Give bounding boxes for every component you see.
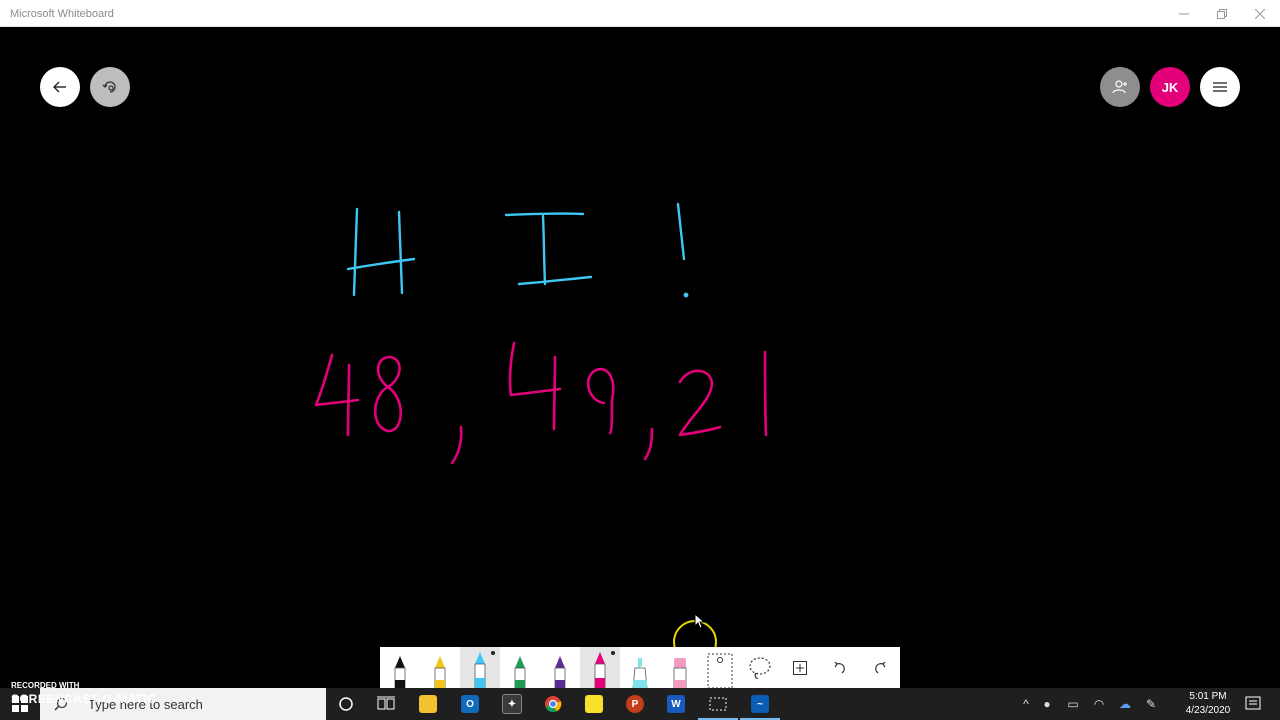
pen-icon	[434, 656, 446, 688]
watermark-line1: RECORDED WITH	[11, 681, 80, 690]
chrome-button[interactable]	[541, 692, 565, 716]
ruler-icon	[707, 653, 733, 688]
clock[interactable]: 5:01 PM 4/23/2020	[1178, 690, 1238, 718]
notification-icon	[1245, 696, 1261, 710]
yellow-pen-tool[interactable]	[420, 647, 460, 688]
file-explorer-button[interactable]	[416, 692, 440, 716]
restore-icon	[1217, 8, 1227, 19]
eraser-icon	[673, 658, 687, 688]
task-view-button[interactable]	[374, 692, 398, 716]
clock-date: 4/23/2020	[1185, 705, 1231, 716]
cortana-icon	[339, 697, 353, 711]
word-button[interactable]: W	[664, 692, 688, 716]
close-button[interactable]	[1241, 0, 1279, 27]
highlighter-icon	[632, 658, 648, 688]
pen-icon	[394, 656, 406, 688]
snip-icon	[709, 697, 727, 711]
mouse-pointer-icon	[694, 613, 706, 629]
undo-button[interactable]	[820, 647, 860, 688]
chevron-up-icon[interactable]: ^	[1018, 697, 1034, 711]
cortana-button[interactable]	[334, 692, 358, 716]
redo-button[interactable]	[860, 647, 900, 688]
ruler-tool[interactable]	[700, 647, 740, 688]
wifi-icon[interactable]: ◠	[1086, 697, 1112, 711]
add-icon	[793, 660, 807, 675]
whiteboard-canvas[interactable]: JK	[0, 27, 1280, 664]
pen-icon	[594, 652, 606, 688]
whiteboard-button[interactable]: ~	[748, 692, 772, 716]
selected-dot	[491, 651, 495, 655]
sticky-notes-button[interactable]	[582, 692, 606, 716]
minimize-button[interactable]	[1165, 0, 1203, 27]
powerpoint-button[interactable]: P	[623, 692, 647, 716]
outlook-button[interactable]: O	[458, 692, 482, 716]
ink-hi	[346, 202, 689, 298]
pen-icon	[514, 656, 526, 688]
black-pen-tool[interactable]	[380, 647, 420, 688]
sticky-notes-icon	[585, 695, 603, 713]
pen-workspace-icon[interactable]: ✎	[1138, 697, 1164, 711]
pen-icon	[474, 652, 486, 688]
blue-pen-tool[interactable]	[460, 647, 500, 688]
green-pen-tool[interactable]	[500, 647, 540, 688]
eraser-tool[interactable]	[660, 647, 700, 688]
app-button[interactable]: ✦	[500, 692, 524, 716]
system-tray: ^ ● ▭ ◠ ☁ ✎	[1018, 688, 1164, 720]
window-title: Microsoft Whiteboard	[10, 8, 114, 20]
onedrive-icon[interactable]: ☁	[1112, 697, 1138, 711]
title-bar: Microsoft Whiteboard	[0, 0, 1280, 27]
pink-pen-tool[interactable]	[580, 647, 620, 688]
minimize-icon	[1179, 13, 1189, 14]
app-icon: ✦	[502, 694, 522, 714]
close-icon	[1255, 8, 1265, 19]
undo-icon	[834, 661, 845, 673]
powerpoint-icon: P	[626, 695, 644, 713]
word-icon: W	[667, 695, 685, 713]
taskbar: Type here to search O ✦ P W ~ ^ ● ▭ ◠ ☁ …	[0, 688, 1280, 720]
recorder-watermark: RECORDED WITH SCREENCAST-O-MATIC	[11, 681, 156, 706]
watermark-line2: SCREENCAST-O-MATIC	[11, 692, 157, 706]
outlook-icon: O	[461, 695, 479, 713]
add-button[interactable]	[780, 647, 820, 688]
ink-layer	[314, 202, 768, 465]
whiteboard-icon: ~	[751, 695, 769, 713]
tray-app-icon[interactable]: ●	[1034, 697, 1060, 711]
lasso-icon	[749, 656, 771, 679]
battery-icon[interactable]: ▭	[1060, 697, 1086, 711]
selected-dot	[611, 651, 615, 655]
redo-icon	[875, 661, 886, 673]
pen-icon	[554, 656, 566, 688]
restore-button[interactable]	[1203, 0, 1241, 27]
purple-pen-tool[interactable]	[540, 647, 580, 688]
task-view-icon	[377, 696, 395, 710]
chrome-icon	[545, 696, 562, 712]
clock-time: 5:01 PM	[1189, 691, 1227, 702]
highlighter-tool[interactable]	[620, 647, 660, 688]
snip-button[interactable]	[706, 692, 730, 716]
lasso-tool[interactable]	[740, 647, 780, 688]
file-explorer-icon	[419, 695, 437, 713]
inking-toolbar	[380, 647, 900, 688]
notifications-button[interactable]	[1244, 695, 1262, 713]
ink-numbers	[314, 341, 768, 465]
